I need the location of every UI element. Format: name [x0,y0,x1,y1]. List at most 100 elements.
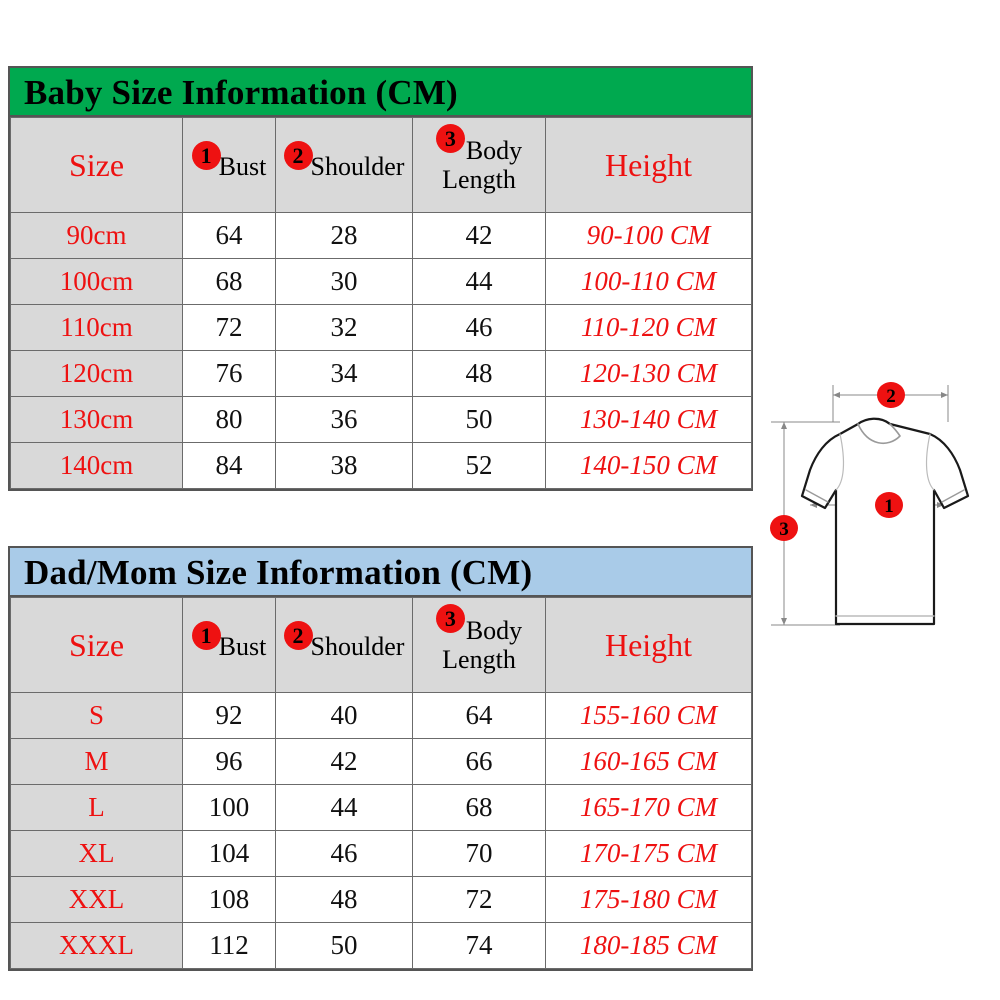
table-row: M 96 42 66 160-165 CM [10,738,752,785]
header-bust-label: Bust [218,151,267,181]
cell-height: 160-165 CM [545,738,752,785]
cell-shoulder: 32 [275,304,413,351]
cell-size: XL [10,830,183,877]
cell-bust: 100 [182,784,276,831]
cell-body-length: 66 [412,738,546,785]
cell-height: 175-180 CM [545,876,752,923]
cell-shoulder: 36 [275,396,413,443]
cell-bust: 96 [182,738,276,785]
header-body-length: 3 Body Length [412,117,546,213]
cell-height: 155-160 CM [545,692,752,739]
cell-body-length: 74 [412,922,546,969]
cell-height: 110-120 CM [545,304,752,351]
header-bust: 1 Bust [182,597,276,693]
header-shoulder: 2 Shoulder [275,597,413,693]
table-row: 130cm 80 36 50 130-140 CM [10,396,752,443]
cell-body-length: 44 [412,258,546,305]
marker-3-label: 3 [779,519,789,540]
cell-height: 120-130 CM [545,350,752,397]
cell-shoulder: 44 [275,784,413,831]
cell-body-length: 68 [412,784,546,831]
cell-shoulder: 28 [275,212,413,259]
tshirt-measurement-diagram: 2 1 3 [762,372,994,644]
badge-2-icon: 2 [283,620,313,650]
marker-2-shoulder: 2 [877,382,905,408]
cell-size: M [10,738,183,785]
adult-header-row: Size 1 Bust 2 Shoulder 3 Body Length Height [10,597,752,693]
cell-bust: 68 [182,258,276,305]
header-body-length-line2: Length [442,644,516,674]
cell-bust: 104 [182,830,276,877]
badge-2-icon: 2 [283,140,313,170]
header-shoulder-label: Shoulder [310,151,405,181]
table-row: XXXL 112 50 74 180-185 CM [10,922,752,969]
cell-height: 180-185 CM [545,922,752,969]
table-row: L 100 44 68 165-170 CM [10,784,752,831]
header-body-length-line1-wrap: 3 Body [413,603,545,646]
badge-1-icon: 1 [191,620,221,650]
cell-bust: 72 [182,304,276,351]
cell-size: 100cm [10,258,183,305]
header-bust-label: Bust [218,631,267,661]
cell-shoulder: 30 [275,258,413,305]
baby-table-grid: Size 1 Bust 2 Shoulder 3 Body Length Height… [10,117,752,489]
table-row: XXL 108 48 72 175-180 CM [10,876,752,923]
baby-size-table: Baby Size Information (CM) Size 1 Bust 2S… [8,66,753,491]
cell-size: 120cm [10,350,183,397]
cell-bust: 80 [182,396,276,443]
cell-size: L [10,784,183,831]
tshirt-outline [800,417,970,626]
cell-body-length: 72 [412,876,546,923]
cell-shoulder: 34 [275,350,413,397]
cell-bust: 76 [182,350,276,397]
header-size: Size [10,117,183,213]
cell-bust: 112 [182,922,276,969]
table-row: 100cm 68 30 44 100-110 CM [10,258,752,305]
header-shoulder: 2 Shoulder [275,117,413,213]
header-body-length-line1: Body [465,136,523,166]
header-shoulder-label: Shoulder [310,631,405,661]
cell-size: 140cm [10,442,183,489]
baby-header-row: Size 1 Bust 2 Shoulder 3 Body Length Height [10,117,752,213]
cell-shoulder: 46 [275,830,413,877]
adult-table-title: Dad/Mom Size Information (CM) [10,548,751,597]
cell-shoulder: 40 [275,692,413,739]
marker-1-bust: 1 [875,492,903,518]
cell-body-length: 46 [412,304,546,351]
cell-height: 100-110 CM [545,258,752,305]
cell-shoulder: 38 [275,442,413,489]
cell-shoulder: 50 [275,922,413,969]
badge-3-icon: 3 [435,123,465,153]
header-height: Height [545,117,752,213]
baby-table-title: Baby Size Information (CM) [10,68,751,117]
cell-size: 90cm [10,212,183,259]
cell-height: 130-140 CM [545,396,752,443]
table-row: 140cm 84 38 52 140-150 CM [10,442,752,489]
table-row: 90cm 64 28 42 90-100 CM [10,212,752,259]
marker-3-body-length: 3 [770,515,798,541]
header-body-length-line2: Length [442,164,516,194]
cell-size: S [10,692,183,739]
cell-body-length: 70 [412,830,546,877]
cell-size: 110cm [10,304,183,351]
cell-height: 165-170 CM [545,784,752,831]
table-row: XL 104 46 70 170-175 CM [10,830,752,877]
cell-size: 130cm [10,396,183,443]
cell-body-length: 48 [412,350,546,397]
cell-height: 170-175 CM [545,830,752,877]
cell-size: XXXL [10,922,183,969]
table-row: 120cm 76 34 48 120-130 CM [10,350,752,397]
cell-body-length: 50 [412,396,546,443]
badge-1-icon: 1 [191,140,221,170]
cell-shoulder: 48 [275,876,413,923]
header-body-length: 3 Body Length [412,597,546,693]
cell-bust: 92 [182,692,276,739]
marker-1-label: 1 [884,496,894,517]
cell-body-length: 52 [412,442,546,489]
adult-table-grid: Size 1 Bust 2 Shoulder 3 Body Length Height… [10,597,752,969]
header-height: Height [545,597,752,693]
header-body-length-line1: Body [465,616,523,646]
table-row: S 92 40 64 155-160 CM [10,692,752,739]
header-body-length-line1-wrap: 3 Body [413,123,545,166]
badge-3-icon: 3 [435,603,465,633]
